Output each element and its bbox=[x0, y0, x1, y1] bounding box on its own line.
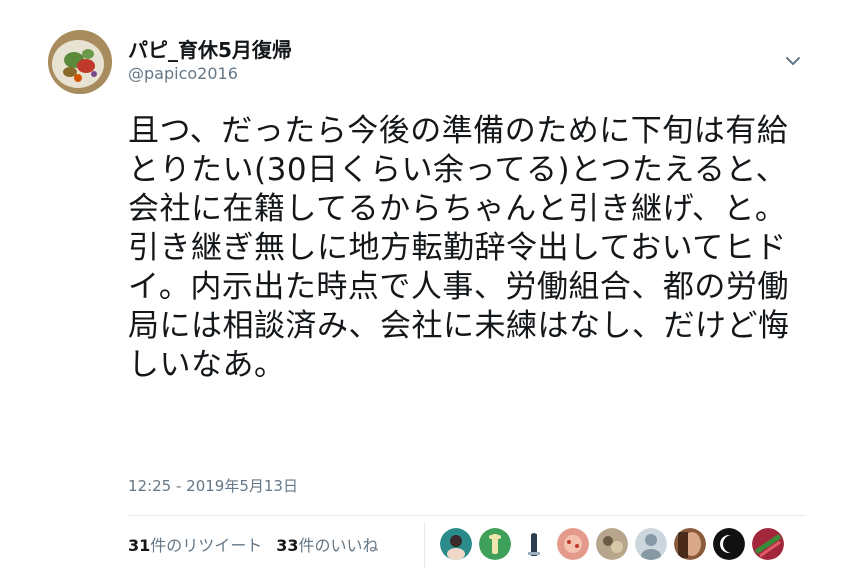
author-display-name[interactable]: パピ_育休5月復帰 bbox=[128, 34, 292, 63]
like-stat[interactable]: 33件のいいね bbox=[276, 532, 378, 556]
tweet-stats: 31件のリツイート 33件のいいね bbox=[128, 532, 379, 556]
liker-avatar-5[interactable] bbox=[596, 528, 628, 560]
liker-avatar-6[interactable] bbox=[635, 528, 667, 560]
tweet-card: パピ_育休5月復帰 @papico2016 且つ、だったら今後の準備のために下旬… bbox=[0, 0, 857, 574]
stats-vertical-divider bbox=[424, 522, 425, 568]
liker-avatar-2[interactable] bbox=[479, 528, 511, 560]
liker-avatar-1[interactable] bbox=[440, 528, 472, 560]
like-count: 33 bbox=[276, 536, 299, 555]
liker-avatar-8[interactable] bbox=[713, 528, 745, 560]
retweet-label: 件のリツイート bbox=[150, 536, 263, 555]
retweet-count: 31 bbox=[128, 536, 151, 555]
liker-avatar-3[interactable] bbox=[518, 528, 550, 560]
stats-divider bbox=[128, 515, 806, 516]
tweet-timestamp[interactable]: 12:25 - 2019年5月13日 bbox=[128, 475, 298, 496]
liker-avatars bbox=[440, 528, 784, 560]
liker-avatar-9[interactable] bbox=[752, 528, 784, 560]
like-label: 件のいいね bbox=[298, 536, 379, 555]
author-handle[interactable]: @papico2016 bbox=[128, 64, 238, 83]
food-plate-avatar-icon bbox=[48, 30, 112, 94]
retweet-stat[interactable]: 31件のリツイート bbox=[128, 532, 262, 556]
liker-avatar-7[interactable] bbox=[674, 528, 706, 560]
author-avatar[interactable] bbox=[48, 30, 112, 94]
liker-avatar-4[interactable] bbox=[557, 528, 589, 560]
chevron-down-icon[interactable] bbox=[782, 50, 804, 72]
tweet-text: 且つ、だったら今後の準備のために下旬は有給とりたい(30日くらい余ってる)とつた… bbox=[128, 113, 790, 383]
